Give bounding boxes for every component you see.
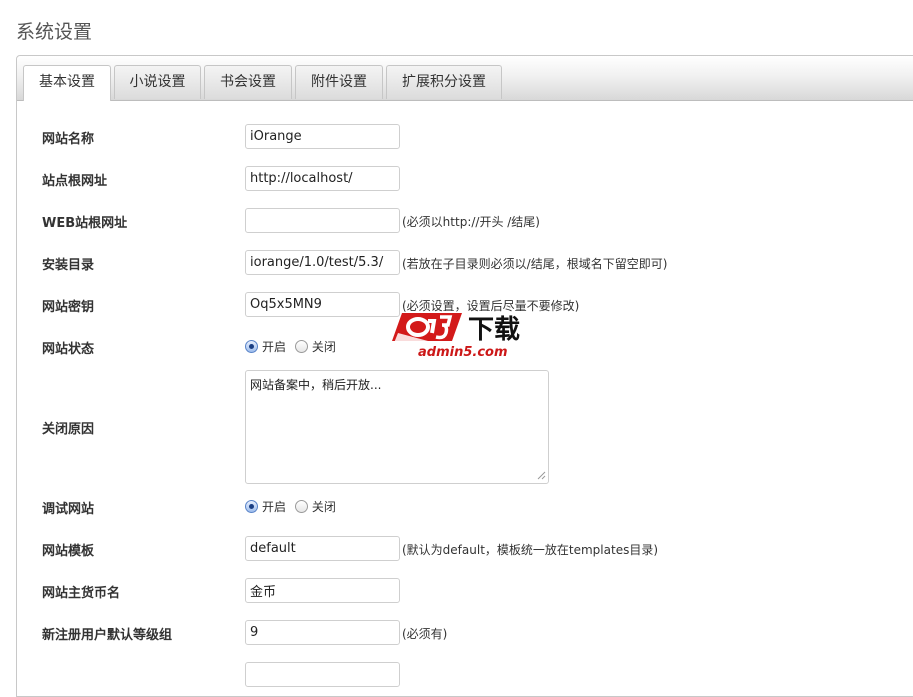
debug-on-radio[interactable] [245, 500, 258, 513]
resize-grip-icon[interactable] [536, 470, 546, 480]
debug-radio-group: 开启 关闭 [245, 498, 341, 515]
debug-off-radio[interactable] [294, 500, 308, 513]
site-key-label: 网站密钥 [42, 300, 95, 315]
form-row-close-reason: 关闭原因 网站备案中，稍后开放... [17, 370, 913, 484]
currency-input[interactable] [245, 578, 400, 603]
tab-basic-settings[interactable]: 基本设置 [23, 65, 111, 101]
form-row-install-dir: 安装目录 (若放在子目录则必须以/结尾，根域名下留空即可) [17, 250, 913, 276]
form-row-default-group: 新注册用户默认等级组 (必须有) [17, 620, 913, 646]
currency-label: 网站主货币名 [42, 586, 121, 601]
form-row-debug: 调试网站 开启 关闭 [17, 494, 913, 520]
tab-novel-settings[interactable]: 小说设置 [114, 65, 201, 99]
form-row-site-root: 站点根网址 [17, 166, 913, 192]
web-root-hint: (必须以http://开头 /结尾) [402, 215, 540, 229]
default-group-input[interactable] [245, 620, 400, 645]
site-status-radio-group: 开启 关闭 [245, 338, 341, 355]
form-row-next [17, 662, 913, 688]
form-row-web-root: WEB站根网址 (必须以http://开头 /结尾) [17, 208, 913, 234]
default-group-hint: (必须有) [402, 627, 448, 641]
template-label: 网站模板 [42, 544, 95, 559]
page-title: 系统设置 [16, 21, 93, 43]
form-row-currency: 网站主货币名 [17, 578, 913, 604]
default-group-label: 新注册用户默认等级组 [42, 628, 173, 643]
install-dir-hint: (若放在子目录则必须以/结尾，根域名下留空即可) [402, 257, 668, 271]
svg-text:下载: 下载 [468, 315, 520, 345]
a5-watermark-domain: admin5.com [418, 345, 508, 360]
site-status-off-radio[interactable] [294, 340, 308, 353]
web-root-input[interactable] [245, 208, 400, 233]
form-row-site-name: 网站名称 [17, 124, 913, 150]
close-reason-label: 关闭原因 [42, 422, 95, 437]
a5-watermark-logo: 下载 admin5.com [388, 307, 534, 363]
template-input[interactable] [245, 536, 400, 561]
a5-logo-icon: 下载 [392, 313, 520, 345]
install-dir-input[interactable] [245, 250, 400, 275]
site-name-input[interactable] [245, 124, 400, 149]
site-status-label: 网站状态 [42, 342, 95, 357]
site-root-label: 站点根网址 [42, 174, 108, 189]
tab-bookclub-settings[interactable]: 书会设置 [204, 65, 292, 99]
tab-attachment-settings[interactable]: 附件设置 [295, 65, 383, 99]
install-dir-label: 安装目录 [42, 258, 95, 273]
site-status-on-label: 开启 [262, 340, 287, 354]
form-row-template: 网站模板 (默认为default，模板统一放在templates目录) [17, 536, 913, 562]
site-key-input[interactable] [245, 292, 400, 317]
tab-extended-points-settings[interactable]: 扩展积分设置 [386, 65, 502, 99]
debug-on-label: 开启 [262, 500, 287, 514]
web-root-label: WEB站根网址 [42, 216, 128, 231]
site-status-off-label: 关闭 [311, 340, 336, 354]
debug-off-label: 关闭 [311, 500, 336, 514]
settings-panel: 基本设置 小说设置 书会设置 附件设置 扩展积分设置 网站名称 站点根网址 WE… [16, 55, 913, 697]
template-hint: (默认为default，模板统一放在templates目录) [402, 543, 659, 557]
site-root-input[interactable] [245, 166, 400, 191]
debug-label: 调试网站 [42, 502, 95, 517]
tab-bar: 基本设置 小说设置 书会设置 附件设置 扩展积分设置 [17, 56, 913, 101]
site-status-on-radio[interactable] [245, 340, 258, 353]
close-reason-textarea[interactable]: 网站备案中，稍后开放... [245, 370, 549, 484]
site-name-label: 网站名称 [42, 132, 95, 147]
next-row-input[interactable] [245, 662, 400, 687]
